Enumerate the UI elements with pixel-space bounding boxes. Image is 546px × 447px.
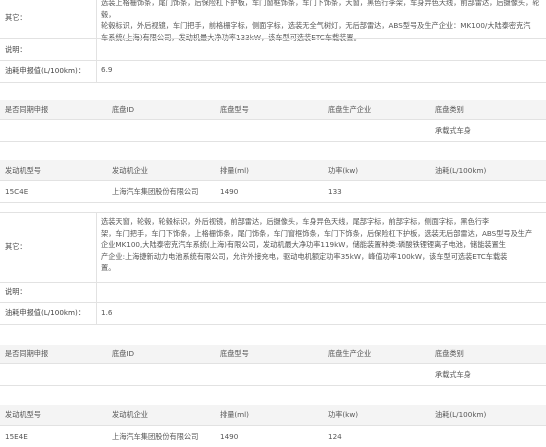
other-row-2: 其它： 选装天窗，轮毂，轮毂标识，外后视镜，前部雷达，后摄像头，车身异色天线，尾… [0, 212, 546, 282]
chassis-header-row-2: 是否同期申报 底盘ID 底盘型号 底盘生产企业 底盘类别 [0, 345, 546, 363]
engine-col-fuel: 油耗(L/100km) [435, 166, 487, 175]
fuel-value: 1.6 [101, 308, 113, 317]
chassis-col-model: 底盘型号 [220, 105, 249, 114]
chassis-col-model: 底盘型号 [220, 349, 249, 358]
engine-col-maker: 发动机企业 [112, 410, 148, 419]
chassis-col-type: 底盘类别 [435, 105, 464, 114]
engine-header-row-2: 发动机型号 发动机企业 排量(ml) 功率(kw) 油耗(L/100km) [0, 405, 546, 425]
engine-displacement-value: 1490 [220, 432, 239, 441]
note-row-1: 说明： [0, 38, 546, 60]
engine-header-row-1: 发动机型号 发动机企业 排量(ml) 功率(kw) 油耗(L/100km) [0, 160, 546, 180]
chassis-value-row-2: 承载式车身 [0, 363, 546, 385]
fuel-label: 油耗申报值(L/100km)： [5, 308, 86, 317]
other-label: 其它： [5, 13, 27, 22]
engine-col-fuel: 油耗(L/100km) [435, 410, 487, 419]
engine-displacement-value: 1490 [220, 187, 239, 196]
engine-col-power: 功率(kw) [328, 410, 359, 419]
fuel-label: 油耗申报值(L/100km)： [5, 66, 86, 75]
chassis-col-sync: 是否同期申报 [5, 105, 49, 114]
other-row-1: 其它： 选装上格栅饰条，尾门饰条，后保险杠下护板，车门窗框饰条，车门下饰条，天窗… [0, 0, 546, 42]
note-row-2: 说明： [0, 282, 546, 302]
chassis-col-id: 底盘ID [112, 105, 135, 114]
engine-col-maker: 发动机企业 [112, 166, 148, 175]
engine-maker-value: 上海汽车集团股份有限公司 [112, 432, 199, 441]
engine-value-row-2: 15E4E 上海汽车集团股份有限公司 1490 124 [0, 425, 546, 447]
engine-col-displacement: 排量(ml) [220, 410, 249, 419]
fuel-row-2: 油耗申报值(L/100km)： 1.6 [0, 302, 546, 324]
fuel-value: 6.9 [101, 65, 113, 74]
engine-model-value: 15C4E [5, 187, 29, 196]
engine-value-row-1: 15C4E 上海汽车集团股份有限公司 1490 133 [0, 180, 546, 202]
engine-model-value: 15E4E [5, 432, 28, 441]
chassis-col-maker: 底盘生产企业 [328, 349, 372, 358]
engine-maker-value: 上海汽车集团股份有限公司 [112, 187, 199, 196]
note-label: 说明： [5, 45, 27, 54]
chassis-col-maker: 底盘生产企业 [328, 105, 372, 114]
chassis-col-id: 底盘ID [112, 349, 135, 358]
engine-col-model: 发动机型号 [5, 166, 41, 175]
other-text: 选装上格栅饰条，尾门饰条，后保险杠下护板，车门窗框饰条，车门下饰条，天窗，黑色行… [101, 0, 540, 42]
chassis-type-value: 承载式车身 [435, 370, 471, 379]
engine-power-value: 124 [328, 432, 342, 441]
fuel-row-1: 油耗申报值(L/100km)： 6.9 [0, 60, 546, 82]
engine-col-displacement: 排量(ml) [220, 166, 249, 175]
chassis-header-row-1: 是否同期申报 底盘ID 底盘型号 底盘生产企业 底盘类别 [0, 100, 546, 119]
other-label: 其它： [5, 242, 27, 251]
engine-col-power: 功率(kw) [328, 166, 359, 175]
chassis-col-type: 底盘类别 [435, 349, 464, 358]
engine-power-value: 133 [328, 187, 342, 196]
chassis-col-sync: 是否同期申报 [5, 349, 49, 358]
other-text: 选装天窗，轮毂，轮毂标识，外后视镜，前部雷达，后摄像头，车身异色天线，尾部字标，… [101, 217, 533, 272]
chassis-value-row-1: 承载式车身 [0, 119, 546, 141]
chassis-type-value: 承载式车身 [435, 126, 471, 135]
engine-col-model: 发动机型号 [5, 410, 41, 419]
note-label: 说明： [5, 287, 27, 296]
